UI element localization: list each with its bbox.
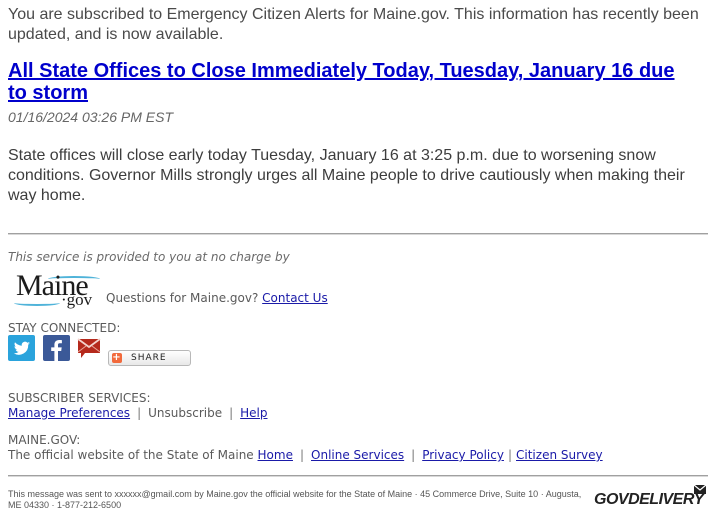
logo-suffix: ·gov: [61, 290, 93, 309]
alert-headline-link[interactable]: All State Offices to Close Immediately T…: [8, 60, 698, 104]
separator: |: [507, 448, 513, 462]
alert-body: State offices will close early today Tue…: [8, 147, 685, 204]
citizen-survey-link[interactable]: Citizen Survey: [516, 448, 603, 462]
separator: |: [229, 406, 234, 420]
divider: [8, 233, 708, 235]
questions-line: Questions for Maine.gov? Contact Us: [106, 291, 328, 305]
share-button[interactable]: + SHARE: [108, 350, 191, 366]
maine-gov-heading: MAINE.GOV:: [8, 433, 81, 447]
govdelivery-logo[interactable]: GOVDELIVERY: [594, 491, 704, 509]
separator: |: [411, 448, 416, 462]
envelope-icon: [693, 484, 707, 494]
email-icon: [77, 338, 101, 358]
help-link[interactable]: Help: [240, 406, 267, 420]
share-label: SHARE: [131, 353, 167, 363]
logo-swoosh-bottom: [14, 300, 60, 306]
divider: [8, 475, 708, 477]
privacy-policy-link[interactable]: Privacy Policy: [422, 448, 504, 462]
fine-print: This message was sent to xxxxxx@gmail.co…: [8, 489, 582, 510]
home-link[interactable]: Home: [258, 448, 293, 462]
twitter-icon: [13, 341, 31, 355]
maine-gov-logo[interactable]: Maine ·gov: [14, 269, 100, 310]
facebook-icon: [51, 340, 62, 361]
contact-us-link[interactable]: Contact Us: [262, 291, 328, 305]
email-share-button[interactable]: [76, 335, 102, 361]
subscriber-services-links: Manage Preferences | Unsubscribe | Help: [8, 406, 268, 420]
plus-icon: +: [112, 352, 122, 363]
provided-by-text: This service is provided to you at no ch…: [8, 250, 290, 264]
stay-connected-heading: STAY CONNECTED:: [8, 321, 121, 335]
online-services-link[interactable]: Online Services: [311, 448, 404, 462]
questions-text: Questions for Maine.gov?: [106, 291, 259, 305]
separator: |: [137, 406, 142, 420]
facebook-button[interactable]: [43, 335, 70, 361]
subscription-notice: You are subscribed to Emergency Citizen …: [8, 6, 699, 43]
subscriber-services-heading: SUBSCRIBER SERVICES:: [8, 391, 151, 405]
maine-gov-description: The official website of the State of Mai…: [8, 448, 254, 462]
alert-timestamp: 01/16/2024 03:26 PM EST: [8, 109, 173, 125]
maine-gov-links: The official website of the State of Mai…: [8, 448, 603, 462]
separator: |: [299, 448, 305, 462]
twitter-button[interactable]: [8, 335, 35, 361]
manage-preferences-link[interactable]: Manage Preferences: [8, 406, 130, 420]
unsubscribe-text[interactable]: Unsubscribe: [148, 406, 222, 420]
